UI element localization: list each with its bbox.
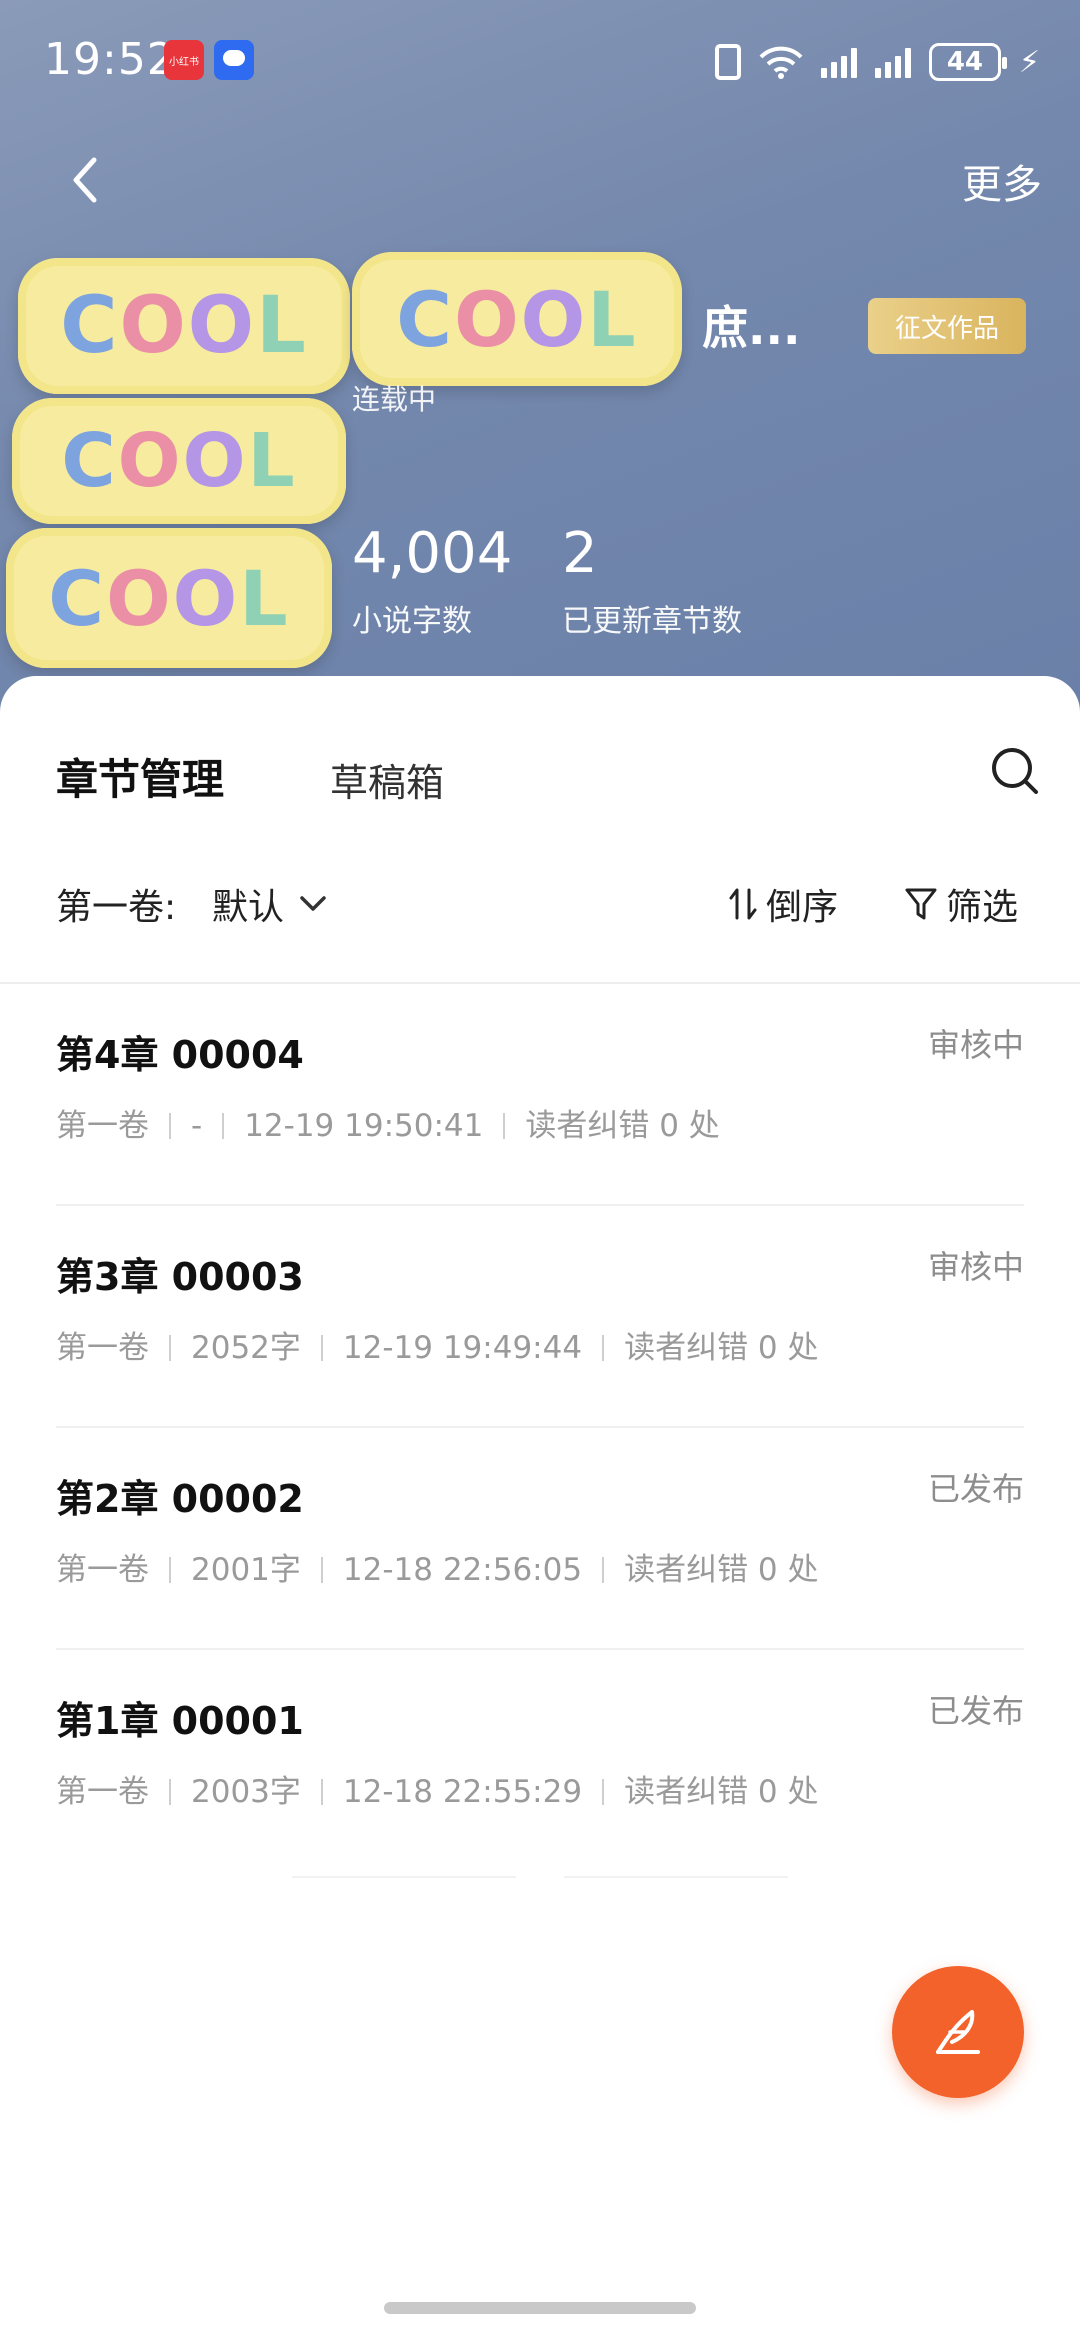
- book-title: 庶...: [702, 301, 801, 355]
- chapter-count-value: 2: [562, 521, 598, 586]
- chapter-meta: 第一卷 - 12-19 19:50:41 读者纠错 0 处: [56, 1100, 720, 1145]
- chapter-time: 12-18 22:55:29: [342, 1774, 583, 1810]
- chapter-words: 2003字: [191, 1774, 301, 1810]
- filter-bar: 第一卷: 默认 倒序 筛选: [0, 878, 1080, 934]
- chevron-left-icon: [73, 157, 97, 203]
- xiaohongshu-app-icon: 小红书: [164, 40, 204, 80]
- cover-sticker: COOL: [12, 398, 346, 524]
- chapter-meta: 第一卷 2001字 12-18 22:56:05 读者纠错 0 处: [56, 1544, 819, 1589]
- chapter-time: 12-19 19:49:44: [342, 1330, 583, 1366]
- chapter-meta: 第一卷 2003字 12-18 22:55:29 读者纠错 0 处: [56, 1766, 819, 1811]
- serial-status: 连载中: [352, 383, 437, 416]
- chapter-errata: 读者纠错 0 处: [525, 1108, 720, 1144]
- filter-icon: [905, 888, 937, 920]
- chapter-errata: 读者纠错 0 处: [624, 1774, 819, 1810]
- chapter-title: 第2章 00002: [56, 1477, 304, 1521]
- sort-label: 倒序: [766, 887, 839, 928]
- chevron-down-icon: [300, 896, 326, 911]
- list-end-divider: [292, 1876, 516, 1878]
- filter-label: 筛选: [946, 887, 1019, 928]
- chapter-title: 第4章 00004: [56, 1033, 304, 1077]
- chapter-time: 12-19 19:50:41: [244, 1108, 484, 1144]
- back-button[interactable]: [60, 150, 110, 210]
- volume-label: 第一卷:: [56, 887, 177, 928]
- chapter-status: 审核中: [927, 1248, 1024, 1286]
- status-icons: 44 ⚡: [714, 38, 1040, 86]
- chapter-words: -: [191, 1108, 203, 1144]
- signal-icon: [820, 46, 857, 78]
- message-app-icon: [214, 40, 254, 80]
- cover-word: COOL: [60, 281, 308, 371]
- chapter-row[interactable]: 第4章 00004 审核中 第一卷 - 12-19 19:50:41 读者纠错 0 处: [56, 984, 1024, 1206]
- chapter-row[interactable]: 第2章 00002 已发布 第一卷 2001字 12-18 22:56:05 读者纠错…: [56, 1428, 1024, 1650]
- chapter-count-stat: 2 已更新章节数: [562, 526, 742, 640]
- search-button[interactable]: [988, 744, 1042, 798]
- chapter-errata: 读者纠错 0 处: [624, 1552, 819, 1588]
- status-bar: 19:52 小红书 44 ⚡: [0, 0, 1080, 120]
- chapter-volume: 第一卷: [56, 1108, 149, 1144]
- list-end-divider: [564, 1876, 788, 1878]
- chapter-status: 已发布: [927, 1470, 1024, 1508]
- word-count-label: 小说字数: [352, 604, 472, 639]
- sort-icon: [729, 888, 757, 920]
- word-count-value: 4,004: [352, 521, 513, 586]
- tab-drafts[interactable]: 草稿箱: [330, 752, 444, 807]
- battery-icon: 44: [928, 43, 1007, 81]
- volume-selector[interactable]: 默认: [212, 878, 328, 930]
- chapter-row[interactable]: 第3章 00003 审核中 第一卷 2052字 12-19 19:49:44 读者纠错…: [56, 1206, 1024, 1428]
- status-time: 19:52: [44, 34, 176, 85]
- tab-bar: 章节管理 草稿箱: [0, 746, 1080, 806]
- sort-button[interactable]: 倒序: [728, 878, 838, 930]
- wifi-icon: [759, 45, 803, 79]
- cover-sticker: COOL: [352, 252, 682, 386]
- chapter-volume: 第一卷: [56, 1774, 149, 1810]
- chapter-meta: 第一卷 2052字 12-19 19:49:44 读者纠错 0 处: [56, 1322, 819, 1367]
- chapter-volume: 第一卷: [56, 1330, 149, 1366]
- word-count-stat: 4,004 小说字数: [352, 526, 512, 640]
- cover-sticker: COOL: [6, 528, 332, 668]
- signal-icon-2: [874, 46, 911, 78]
- volume-value: 默认: [212, 887, 285, 928]
- tab-chapter-management[interactable]: 章节管理: [56, 746, 224, 807]
- chapter-words: 2001字: [191, 1552, 301, 1588]
- more-button[interactable]: 更多: [962, 152, 1042, 210]
- vibrate-icon: [714, 44, 741, 80]
- filter-button[interactable]: 筛选: [904, 878, 1018, 930]
- chapter-status: 审核中: [927, 1026, 1024, 1064]
- write-chapter-button[interactable]: [892, 1966, 1024, 2098]
- chapter-errata: 读者纠错 0 处: [624, 1330, 819, 1366]
- chapter-status: 已发布: [927, 1692, 1024, 1730]
- chapter-volume: 第一卷: [56, 1552, 149, 1588]
- chapter-row[interactable]: 第1章 00001 已发布 第一卷 2003字 12-18 22:55:29 读者纠错…: [56, 1650, 1024, 1872]
- charging-icon: ⚡: [1018, 44, 1040, 80]
- quill-pen-icon: [936, 2010, 980, 2054]
- chapter-time: 12-18 22:56:05: [342, 1552, 583, 1588]
- search-icon: [992, 748, 1038, 794]
- chapter-count-label: 已更新章节数: [562, 604, 742, 639]
- contest-badge: 征文作品: [868, 298, 1026, 354]
- chapter-words: 2052字: [191, 1330, 301, 1366]
- book-cover[interactable]: COOL: [18, 258, 350, 394]
- chapter-title: 第1章 00001: [56, 1699, 304, 1743]
- home-indicator[interactable]: [384, 2302, 696, 2314]
- chapter-title: 第3章 00003: [56, 1255, 304, 1299]
